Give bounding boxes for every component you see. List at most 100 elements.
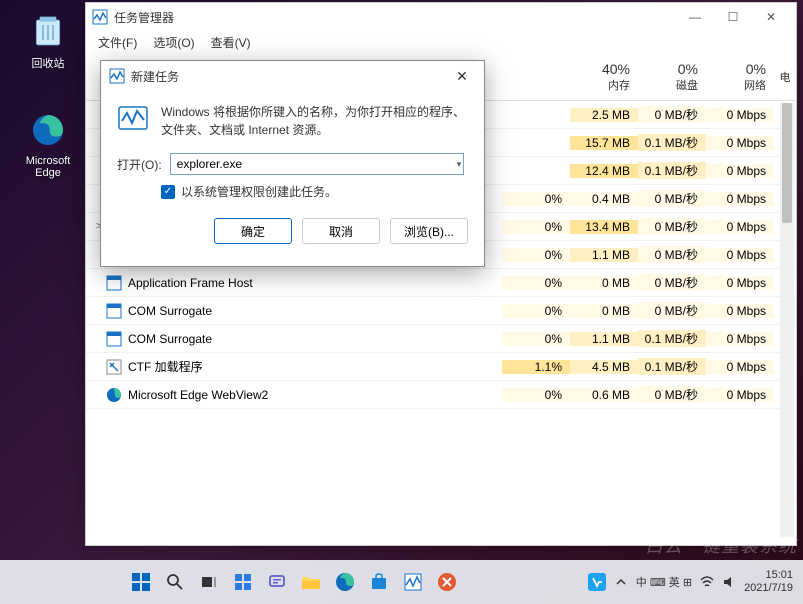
browse-button[interactable]: 浏览(B)... [390, 218, 468, 244]
edge-shortcut[interactable]: Microsoft Edge [18, 110, 78, 179]
memory-cell: 4.5 MB [570, 360, 638, 374]
explorer-icon[interactable] [297, 568, 325, 596]
header-extra[interactable]: 电 [774, 53, 796, 100]
minimize-button[interactable]: — [676, 3, 714, 31]
process-icon [106, 303, 122, 319]
memory-cell: 0.4 MB [570, 192, 638, 206]
widgets-icon[interactable] [229, 568, 257, 596]
process-icon [106, 387, 122, 403]
memory-cell: 1.1 MB [570, 332, 638, 346]
maximize-button[interactable]: ☐ [714, 3, 752, 31]
disk-cell: 0 MB/秒 [638, 246, 706, 263]
scrollbar[interactable] [780, 103, 794, 537]
disk-cell: 0 MB/秒 [638, 274, 706, 291]
process-name: COM Surrogate [128, 304, 212, 318]
search-icon[interactable] [161, 568, 189, 596]
recycle-bin-icon [28, 10, 68, 50]
titlebar[interactable]: 任务管理器 — ☐ ✕ [86, 3, 796, 31]
scrollbar-thumb[interactable] [782, 103, 792, 223]
window-title: 任务管理器 [114, 9, 676, 26]
menubar: 文件(F) 选项(O) 查看(V) [86, 31, 796, 53]
process-row[interactable]: COM Surrogate0%1.1 MB0.1 MB/秒0 Mbps [86, 325, 796, 353]
recycle-bin-label: 回收站 [18, 55, 78, 71]
network-cell: 0 Mbps [706, 220, 774, 234]
edge-taskbar-icon[interactable] [331, 568, 359, 596]
menu-options[interactable]: 选项(O) [145, 32, 202, 53]
network-cell: 0 Mbps [706, 136, 774, 150]
cpu-cell: 0% [502, 388, 570, 402]
memory-cell: 0 MB [570, 276, 638, 290]
memory-cell: 12.4 MB [570, 164, 638, 178]
edge-label: Microsoft Edge [18, 155, 78, 179]
task-view-icon[interactable] [195, 568, 223, 596]
menu-file[interactable]: 文件(F) [90, 32, 145, 53]
start-button[interactable] [127, 568, 155, 596]
network-cell: 0 Mbps [706, 360, 774, 374]
clock-time: 15:01 [744, 569, 793, 582]
process-icon [106, 331, 122, 347]
memory-cell: 0 MB [570, 304, 638, 318]
disk-cell: 0.1 MB/秒 [638, 358, 706, 375]
disk-cell: 0 MB/秒 [638, 218, 706, 235]
network-cell: 0 Mbps [706, 388, 774, 402]
network-cell: 0 Mbps [706, 276, 774, 290]
task-manager-taskbar-icon[interactable] [399, 568, 427, 596]
network-cell: 0 Mbps [706, 332, 774, 346]
memory-cell: 15.7 MB [570, 136, 638, 150]
task-manager-icon [92, 9, 108, 25]
disk-cell: 0 MB/秒 [638, 106, 706, 123]
header-network[interactable]: 0%网络 [706, 53, 774, 100]
volume-icon[interactable] [722, 575, 736, 589]
process-icon [106, 359, 122, 375]
admin-checkbox-label: 以系统管理权限创建此任务。 [181, 183, 337, 200]
menu-view[interactable]: 查看(V) [203, 32, 259, 53]
store-icon[interactable] [365, 568, 393, 596]
process-row[interactable]: Microsoft Edge WebView20%0.6 MB0 MB/秒0 M… [86, 381, 796, 409]
wifi-icon[interactable] [700, 575, 714, 589]
chat-icon[interactable] [263, 568, 291, 596]
network-cell: 0 Mbps [706, 108, 774, 122]
taskbar: 中 ⌨ 英 ⊞ 15:01 2021/7/19 [0, 560, 803, 604]
memory-cell: 13.4 MB [570, 220, 638, 234]
process-row[interactable]: CTF 加载程序 1.1%4.5 MB0.1 MB/秒0 Mbps [86, 353, 796, 381]
dialog-icon [109, 68, 125, 84]
cpu-cell: 0% [502, 220, 570, 234]
open-input[interactable] [170, 153, 464, 175]
dialog-description: Windows 将根据你所键入的名称，为你打开相应的程序、文件夹、文档或 Int… [161, 103, 468, 139]
header-memory[interactable]: 40%内存 [570, 53, 638, 100]
clock-date: 2021/7/19 [744, 582, 793, 595]
cpu-cell: 1.1% [502, 360, 570, 374]
clock[interactable]: 15:01 2021/7/19 [744, 569, 793, 595]
network-cell: 0 Mbps [706, 192, 774, 206]
disk-cell: 0 MB/秒 [638, 190, 706, 207]
open-label: 打开(O): [117, 156, 162, 173]
new-task-dialog: 新建任务 ✕ Windows 将根据你所键入的名称，为你打开相应的程序、文件夹、… [100, 60, 485, 267]
process-name: COM Surrogate [128, 332, 212, 346]
cpu-cell: 0% [502, 332, 570, 346]
cpu-cell: 0% [502, 248, 570, 262]
admin-checkbox[interactable]: ✓ [161, 185, 175, 199]
network-cell: 0 Mbps [706, 304, 774, 318]
cancel-button[interactable]: 取消 [302, 218, 380, 244]
disk-cell: 0.1 MB/秒 [638, 134, 706, 151]
tray-app-icon[interactable] [588, 573, 606, 591]
system-tray[interactable]: 中 ⌨ 英 ⊞ 15:01 2021/7/19 [588, 569, 803, 595]
recycle-bin[interactable]: 回收站 [18, 10, 78, 71]
ok-button[interactable]: 确定 [214, 218, 292, 244]
header-disk[interactable]: 0%磁盘 [638, 53, 706, 100]
ime-indicator[interactable]: 中 ⌨ 英 ⊞ [636, 574, 692, 590]
disk-cell: 0.1 MB/秒 [638, 162, 706, 179]
chevron-up-icon[interactable] [614, 575, 628, 589]
close-button[interactable]: ✕ [752, 3, 790, 31]
network-cell: 0 Mbps [706, 248, 774, 262]
process-icon [106, 275, 122, 291]
dialog-titlebar[interactable]: 新建任务 ✕ [101, 61, 484, 91]
process-row[interactable]: COM Surrogate0%0 MB0 MB/秒0 Mbps [86, 297, 796, 325]
process-name: CTF 加载程序 [128, 358, 203, 375]
process-row[interactable]: Application Frame Host0%0 MB0 MB/秒0 Mbps [86, 269, 796, 297]
edge-icon [28, 110, 68, 150]
dialog-close-button[interactable]: ✕ [448, 62, 476, 90]
cpu-cell: 0% [502, 276, 570, 290]
close-app-icon[interactable] [433, 568, 461, 596]
cpu-cell: 0% [502, 304, 570, 318]
